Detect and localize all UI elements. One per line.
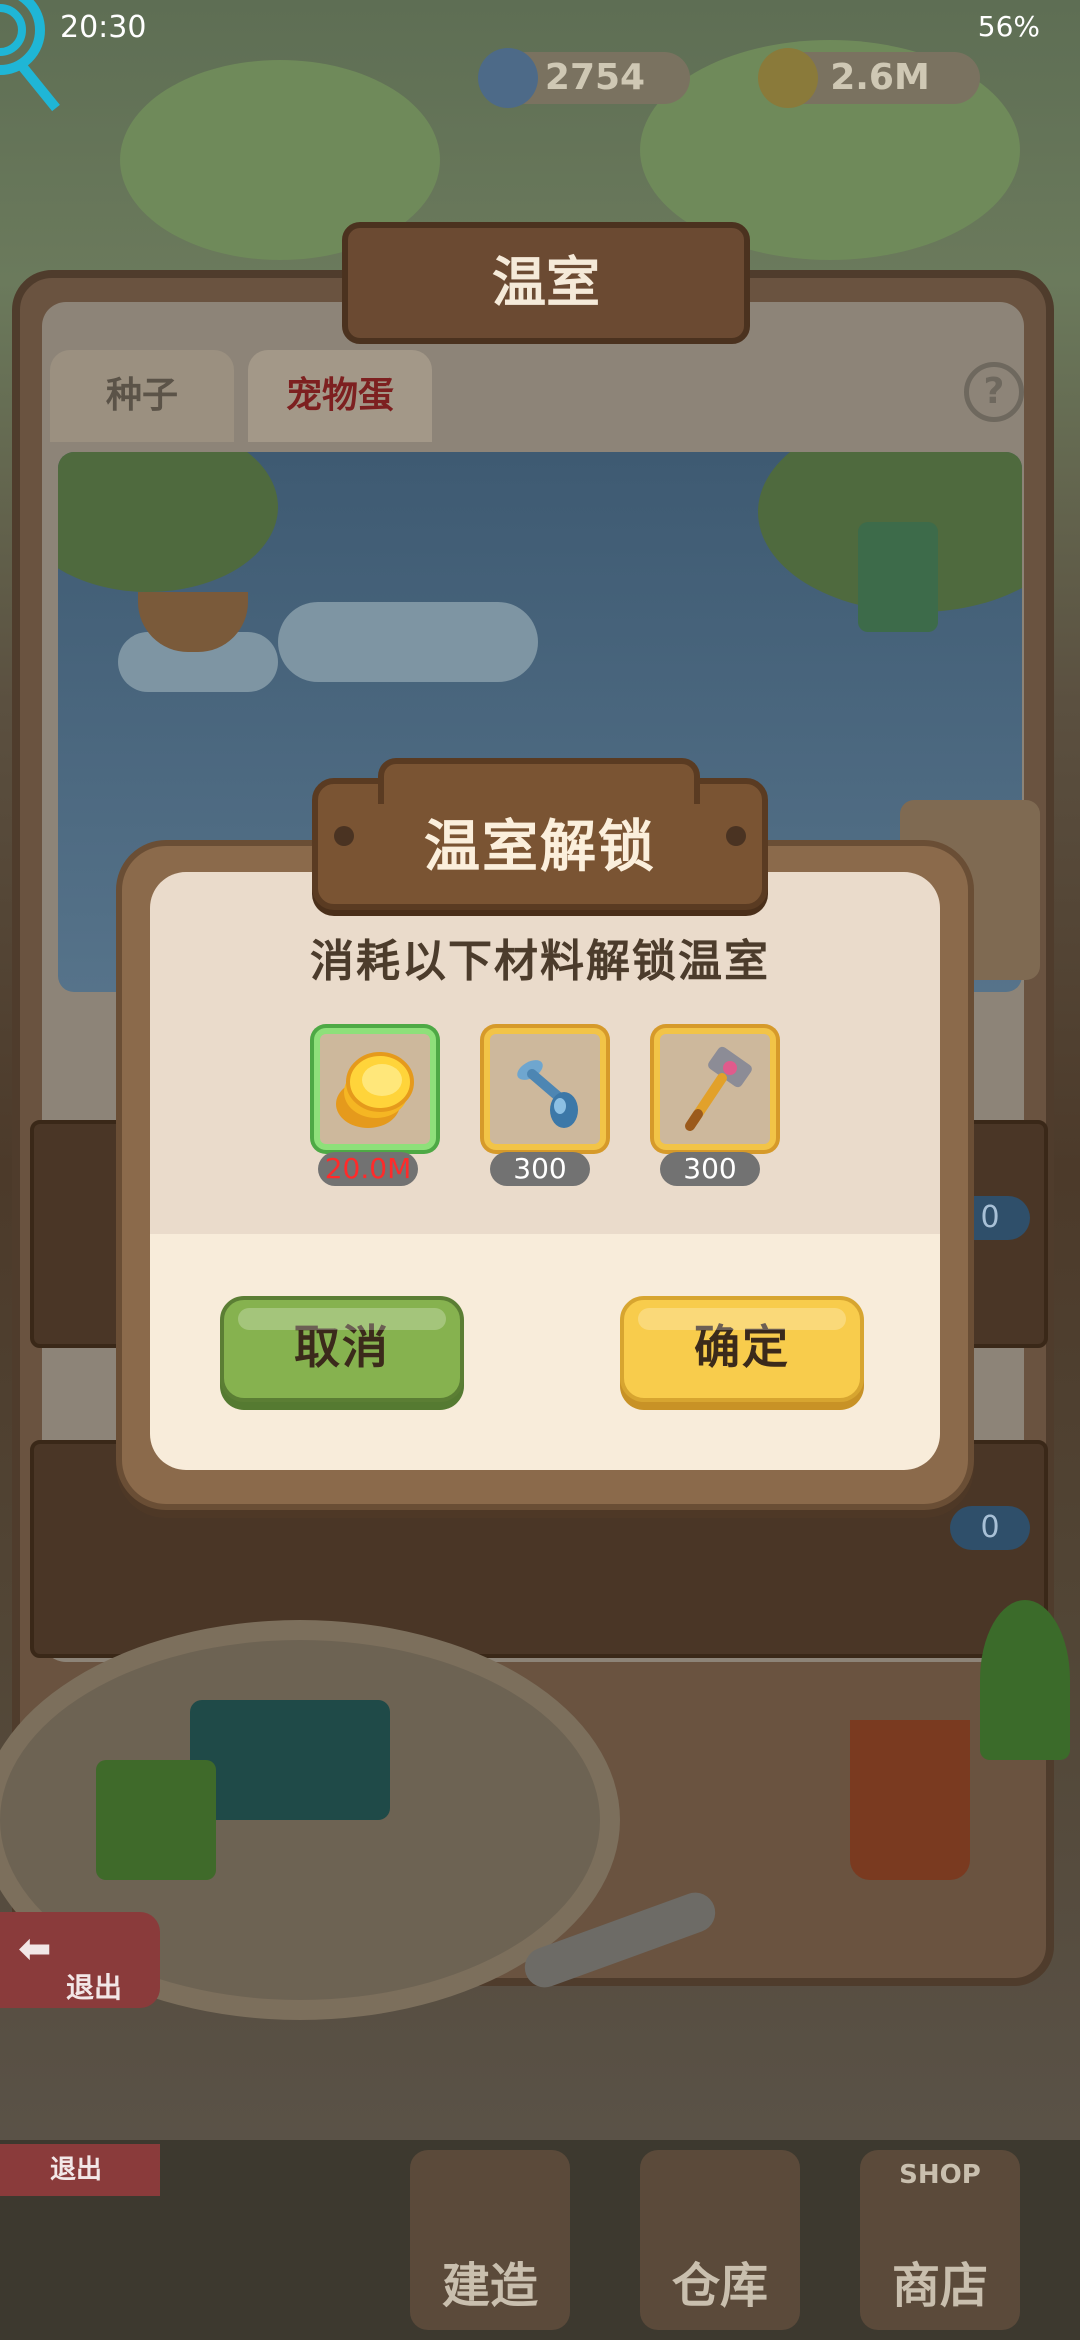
warehouse-label: 仓库 [671, 2258, 768, 2314]
shop-sign: SHOP [899, 2160, 981, 2190]
dialog-description: 消耗以下材料解锁温室 [310, 936, 770, 987]
coin-stack-icon [336, 1052, 414, 1128]
water-bucket [850, 1720, 970, 1880]
coin-amount: 2.6M [830, 57, 930, 98]
foliage [58, 452, 278, 592]
coin-counter: 2.6M [758, 48, 980, 108]
build-button[interactable]: 建造 [410, 2150, 570, 2330]
greenhouse-title: 温室 [342, 222, 750, 344]
tab-pet-eggs[interactable]: 宠物蛋 [248, 350, 432, 442]
shop-button[interactable]: SHOP 商店 [860, 2150, 1020, 2330]
exit-button[interactable]: ⬅ 退出 [0, 1912, 160, 2008]
tab-seeds[interactable]: 种子 [50, 350, 234, 442]
confirm-button[interactable]: 确定 [620, 1296, 864, 1402]
material-coins-amount: 20.0M [318, 1152, 418, 1186]
title-plate-top [378, 758, 700, 804]
back-arrow-icon: ⬅ [18, 1926, 52, 1972]
dialog-title-plate: 温室解锁 [312, 758, 768, 910]
green-bucket [96, 1760, 216, 1880]
cloud [278, 602, 538, 682]
exit-label: 退出 [66, 1971, 123, 2004]
cancel-button[interactable]: 取消 [220, 1296, 464, 1402]
status-time: 20:30 [60, 10, 147, 45]
toolbox [190, 1700, 390, 1820]
status-battery: 56% [977, 10, 1040, 43]
material-hammer-amount: 300 [660, 1152, 760, 1186]
material-hammer [654, 1028, 776, 1150]
gem-amount: 2754 [544, 57, 646, 98]
exit-small-button[interactable]: 退出 [0, 2144, 160, 2196]
material-nails [484, 1028, 606, 1150]
warehouse-button[interactable]: 仓库 [640, 2150, 800, 2330]
help-button[interactable]: ? [964, 362, 1024, 422]
shop-label: 商店 [891, 2258, 988, 2314]
gem-counter: 2754 [478, 48, 690, 108]
button-shine [238, 1308, 446, 1330]
slot-count-badge: 0 [950, 1506, 1030, 1550]
hammer-icon [685, 1046, 752, 1131]
potted-plant [980, 1600, 1070, 1760]
build-label: 建造 [441, 2258, 538, 2314]
coin-icon [758, 48, 818, 108]
nail-icon [517, 1060, 578, 1128]
dialog-title: 温室解锁 [424, 815, 656, 880]
gem-icon [478, 48, 538, 108]
button-shine [638, 1308, 846, 1330]
material-nails-amount: 300 [490, 1152, 590, 1186]
material-coins [314, 1028, 436, 1150]
hanging-planter [858, 522, 938, 632]
